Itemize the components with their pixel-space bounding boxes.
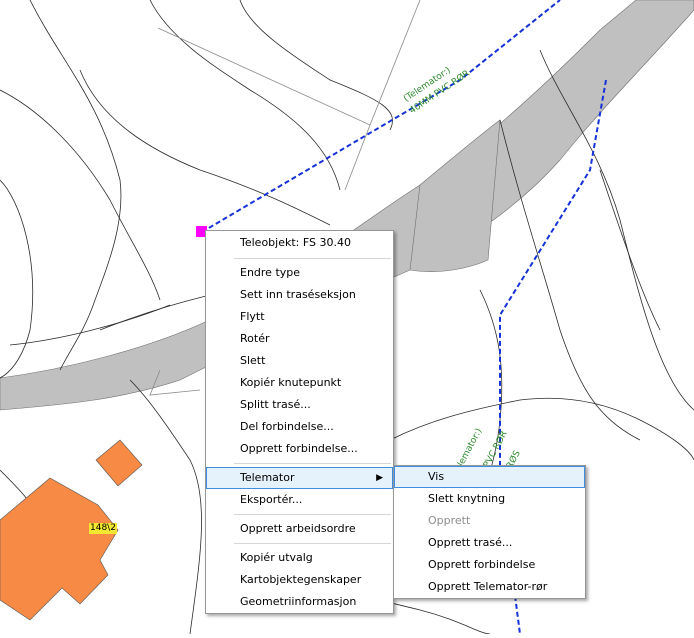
menu-item-eksporter[interactable]: Eksportér... — [206, 489, 393, 511]
menu-item-flytt[interactable]: Flytt — [206, 306, 393, 328]
building-number-label: 148\2 — [89, 523, 117, 534]
submenu-item-opprett-forbindelse[interactable]: Opprett forbindelse — [394, 554, 585, 576]
context-menu: Teleobjekt: FS 30.40 Endre type Sett inn… — [205, 230, 394, 614]
menu-separator — [234, 543, 391, 544]
menu-item-kartobjektegenskaper[interactable]: Kartobjektegenskaper — [206, 569, 393, 591]
menu-item-geometriinformasjon[interactable]: Geometriinformasjon — [206, 591, 393, 613]
menu-item-telemator-label: Telemator — [240, 471, 295, 484]
road-branch — [409, 119, 501, 272]
menu-separator — [234, 463, 391, 464]
menu-item-del-forbindelse[interactable]: Del forbindelse... — [206, 416, 393, 438]
telemator-submenu: Vis Slett knytning Opprett Opprett trasé… — [393, 465, 586, 599]
submenu-arrow-icon: ▶ — [376, 473, 383, 483]
submenu-item-vis[interactable]: Vis — [394, 466, 585, 488]
submenu-item-opprett: Opprett — [428, 514, 471, 527]
menu-separator — [234, 258, 391, 259]
menu-item-kopier-knutepunkt[interactable]: Kopiér knutepunkt — [206, 372, 393, 394]
menu-item-splitt-trase[interactable]: Splitt trasé... — [206, 394, 393, 416]
submenu-item-opprett-trase[interactable]: Opprett trasé... — [394, 532, 585, 554]
menu-item-endre-type[interactable]: Endre type — [206, 262, 393, 284]
menu-item-opprett-arbeidsordre[interactable]: Opprett arbeidsordre — [206, 518, 393, 540]
building — [0, 477, 119, 621]
submenu-item-slett-knytning[interactable]: Slett knytning — [394, 488, 585, 510]
submenu-item-opprett-telemator-ror[interactable]: Opprett Telemator-rør — [394, 576, 585, 598]
menu-item-sett-inn-traseseksjon[interactable]: Sett inn traséseksjon — [206, 284, 393, 306]
menu-item-roter[interactable]: Rotér — [206, 328, 393, 350]
menu-item-opprett-forbindelse[interactable]: Opprett forbindelse... — [206, 438, 393, 460]
building — [95, 439, 143, 487]
menu-item-kopier-utvalg[interactable]: Kopiér utvalg — [206, 547, 393, 569]
menu-item-slett[interactable]: Slett — [206, 350, 393, 372]
menu-header-teleobjekt: Teleobjekt: FS 30.40 — [240, 236, 351, 249]
menu-separator — [234, 514, 391, 515]
menu-item-telemator[interactable]: Telemator ▶ — [206, 467, 393, 489]
